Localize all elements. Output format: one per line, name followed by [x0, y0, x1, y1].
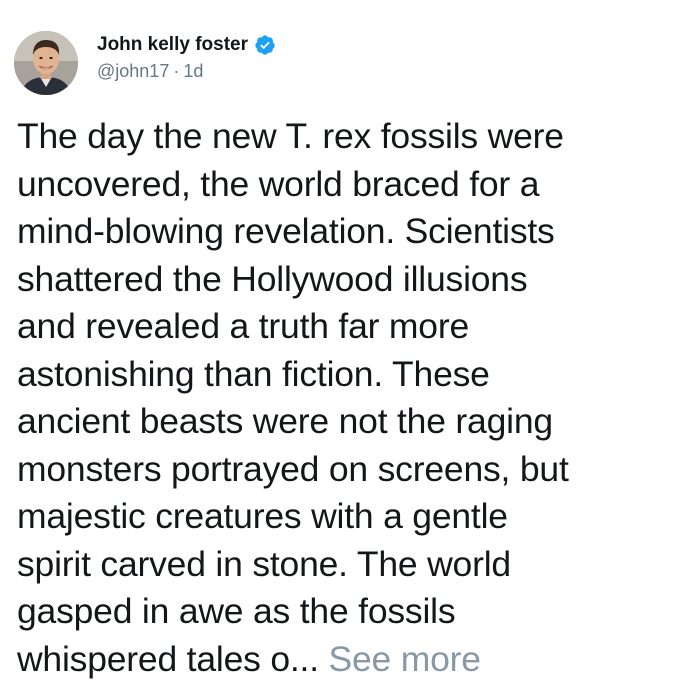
meta-separator: · [173, 61, 180, 81]
tweet-text-line: ancient beasts were not the raging [17, 401, 553, 441]
tweet-text-line: uncovered, the world braced for a [17, 163, 540, 204]
tweet-text-line: spirit carved in stone. The world [17, 543, 511, 584]
tweet-text-line: monsters portrayed on screens, but [17, 448, 569, 489]
tweet-text-line: astonishing than fiction. These [17, 353, 490, 394]
tweet-text-last-line: whispered tales o... See more [17, 636, 687, 684]
tweet-header: John kelly foster @john17 · 1d [97, 33, 276, 83]
tweet-text: The day the new T. rex fossils were unco… [17, 113, 687, 683]
see-more-link[interactable]: See more [329, 639, 482, 679]
author-handle[interactable]: @john17 [97, 61, 169, 81]
author-display-name[interactable]: John kelly foster [97, 33, 248, 57]
tweet-meta: @john17 · 1d [97, 60, 276, 82]
verified-badge-icon [254, 34, 276, 56]
tweet-text-line: mind-blowing revelation. Scientists [17, 211, 555, 251]
user-avatar-photo [14, 31, 78, 95]
name-row: John kelly foster [97, 33, 276, 57]
tweet-text-truncated: whispered tales o... [17, 638, 319, 679]
tweet-timestamp[interactable]: 1d [183, 61, 203, 81]
tweet-card: John kelly foster @john17 · 1d The day the… [0, 0, 700, 700]
tweet-text-line: shattered the Hollywood illusions [17, 258, 528, 299]
tweet-text-line: The day the new T. rex fossils were [17, 116, 564, 156]
tweet-text-line: and revealed a truth far more [17, 306, 470, 346]
tweet-text-line: majestic creatures with a gentle [17, 496, 508, 536]
avatar[interactable] [14, 31, 78, 95]
tweet-text-line: gasped in awe as the fossils [17, 591, 456, 631]
